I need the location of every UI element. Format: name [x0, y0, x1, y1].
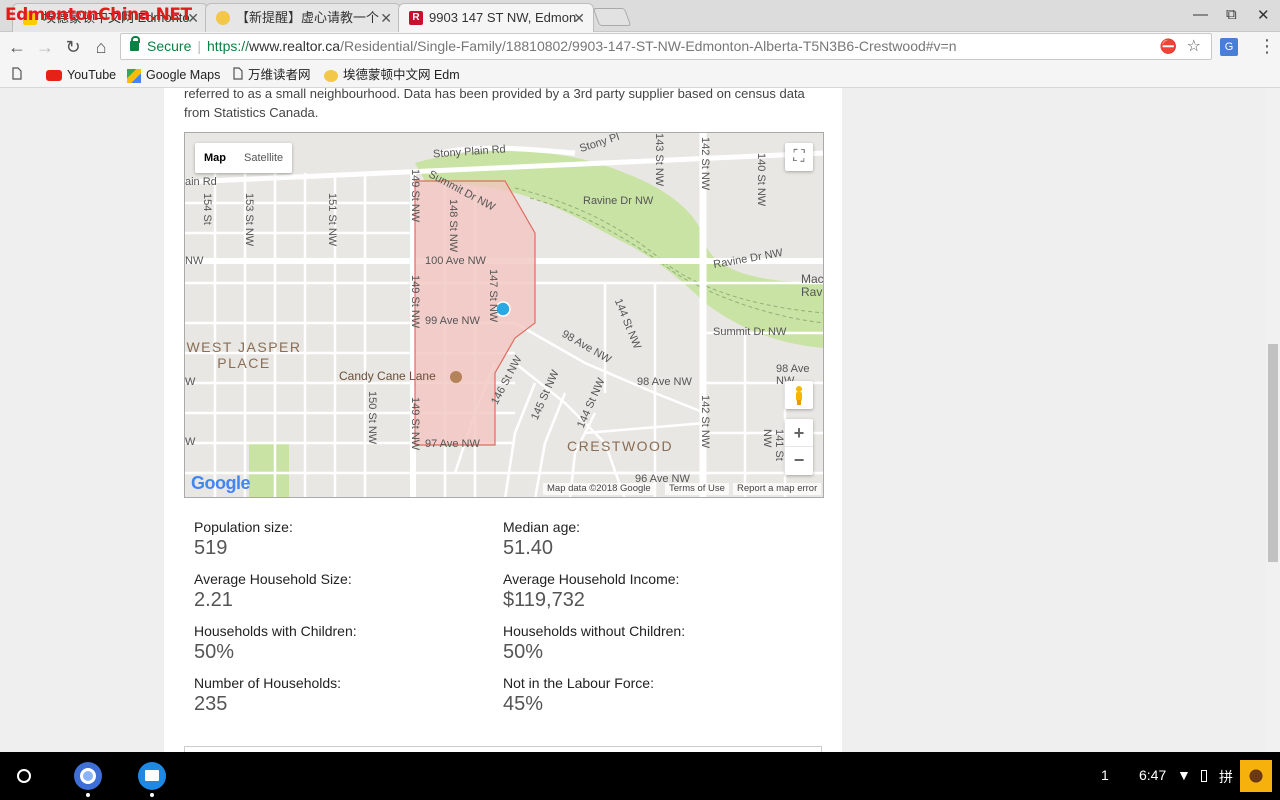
site-watermark: EdmontonChina.NET: [5, 5, 192, 25]
chat-bubble-icon: [216, 11, 230, 25]
bookmark-google-maps[interactable]: Google Maps: [127, 67, 220, 83]
stat-median-age: Median age: 51.40: [503, 519, 581, 559]
ime-indicator[interactable]: 拼: [1219, 767, 1233, 787]
menu-kebab-icon[interactable]: ⋮: [1258, 36, 1276, 57]
youtube-icon: [46, 70, 62, 82]
bookmark-youtube[interactable]: YouTube: [46, 67, 116, 83]
realtor-logo-icon: R: [409, 11, 423, 25]
secure-label: Secure: [147, 38, 192, 54]
stat-households-without-children: Households without Children: 50%: [503, 623, 686, 663]
page-icon: [233, 67, 243, 84]
stat-labour-force: Not in the Labour Force: 45%: [503, 675, 654, 715]
translate-extension-icon[interactable]: G: [1220, 38, 1238, 56]
map-data-attribution: Map data ©2018 Google: [543, 483, 655, 495]
chrome-app-icon[interactable]: [74, 762, 102, 790]
url-scheme: https://: [207, 38, 250, 54]
terms-of-use-link[interactable]: Terms of Use: [665, 483, 729, 495]
property-marker[interactable]: [495, 301, 511, 317]
tab-close-icon[interactable]: ✕: [380, 4, 392, 32]
chrome-running-indicator: [86, 793, 90, 797]
bookmark-edmontonchina[interactable]: 埃德蒙顿中文网 Edmo: [324, 67, 460, 83]
stat-household-income: Average Household Income: $119,732: [503, 571, 680, 611]
forward-arrow-icon[interactable]: →: [34, 36, 56, 58]
candy-cane-lane-poi-icon[interactable]: [450, 371, 462, 383]
map-type-control: Map Satellite: [195, 143, 293, 173]
browser-toolbar: ← → ↻ ⌂ Secure | https://www.realtor.ca/Re…: [0, 32, 1280, 62]
notification-count[interactable]: 1: [1101, 767, 1109, 783]
tab-realtor[interactable]: R 9903 147 ST NW, Edmon ✕: [398, 3, 594, 32]
minimize-icon[interactable]: —: [1193, 6, 1208, 23]
back-arrow-icon[interactable]: ←: [6, 36, 28, 58]
restore-icon[interactable]: ⧉: [1226, 6, 1237, 23]
park-patch: [249, 443, 289, 497]
bookmarks-bar: YouTube Google Maps 万维读者网 埃德蒙顿中文网 Edmo: [0, 62, 1280, 88]
zoom-in-button[interactable]: +: [785, 419, 813, 447]
stat-population: Population size: 519: [194, 519, 293, 559]
zoom-out-button[interactable]: −: [785, 447, 813, 475]
bookmark-wenxuecity[interactable]: 万维读者网: [233, 67, 311, 84]
fullscreen-icon[interactable]: ⛶: [785, 143, 813, 171]
scrollbar-thumb[interactable]: [1268, 344, 1278, 562]
zoom-control: + −: [785, 419, 813, 475]
home-icon[interactable]: ⌂: [90, 36, 112, 58]
page-viewport: referred to as a small neighbourhood. Da…: [0, 88, 1266, 752]
tab-title: 【新提醒】虚心请教一个: [236, 10, 380, 25]
stat-households-with-children: Households with Children: 50%: [194, 623, 357, 663]
google-maps-icon: [127, 68, 141, 83]
tab-title: 9903 147 ST NW, Edmon: [429, 10, 577, 25]
page-scrollbar[interactable]: [1266, 88, 1280, 752]
tab-close-icon[interactable]: ✕: [573, 4, 585, 32]
lock-icon: [130, 36, 140, 51]
chat-bubble-icon: [324, 69, 338, 82]
files-running-indicator: [150, 793, 154, 797]
content-column: referred to as a small neighbourhood. Da…: [164, 88, 842, 752]
bookmark-star-icon[interactable]: ☆: [1187, 34, 1201, 59]
wifi-icon[interactable]: ▼: [1177, 767, 1191, 783]
stat-number-of-households: Number of Households: 235: [194, 675, 342, 715]
launcher-icon[interactable]: [17, 769, 31, 783]
battery-icon[interactable]: [1201, 770, 1207, 782]
apps-page-icon[interactable]: [12, 67, 22, 84]
blocked-content-icon[interactable]: ⛔: [1160, 34, 1177, 59]
tab-strip: 埃德蒙顿中文网 Edmonto ✕ EdmontonChina.NET 【新提醒…: [0, 0, 1280, 32]
files-app-icon[interactable]: [138, 762, 166, 790]
google-logo[interactable]: Google: [191, 473, 251, 494]
url-host: www.realtor.ca: [249, 38, 341, 54]
map-type-satellite-button[interactable]: Satellite: [235, 143, 292, 173]
map-canvas[interactable]: [185, 133, 824, 498]
pegman-icon[interactable]: [785, 381, 813, 409]
user-avatar[interactable]: [1240, 760, 1272, 792]
address-bar[interactable]: Secure | https://www.realtor.ca/Residentia…: [120, 33, 1212, 60]
reload-icon[interactable]: ↻: [62, 36, 84, 58]
stat-household-size: Average Household Size: 2.21: [194, 571, 352, 611]
window-close-icon[interactable]: ✕: [1257, 6, 1270, 24]
neighbourhood-intro-text: referred to as a small neighbourhood. Da…: [184, 88, 805, 120]
url-path: /Residential/Single-Family/18810802/9903…: [340, 38, 957, 54]
new-tab-button[interactable]: [592, 8, 632, 26]
chromeos-shelf: 1 6:47 ▼ 拼: [0, 752, 1280, 800]
tab-forum[interactable]: 【新提醒】虚心请教一个 ✕: [205, 3, 401, 32]
clock[interactable]: 6:47: [1139, 767, 1166, 783]
map-type-map-button[interactable]: Map: [195, 143, 235, 173]
report-map-error-link[interactable]: Report a map error: [733, 483, 822, 495]
neighbourhood-map[interactable]: Stony Plain Rd Stony Pl Summit Dr NW Rav…: [184, 132, 824, 498]
